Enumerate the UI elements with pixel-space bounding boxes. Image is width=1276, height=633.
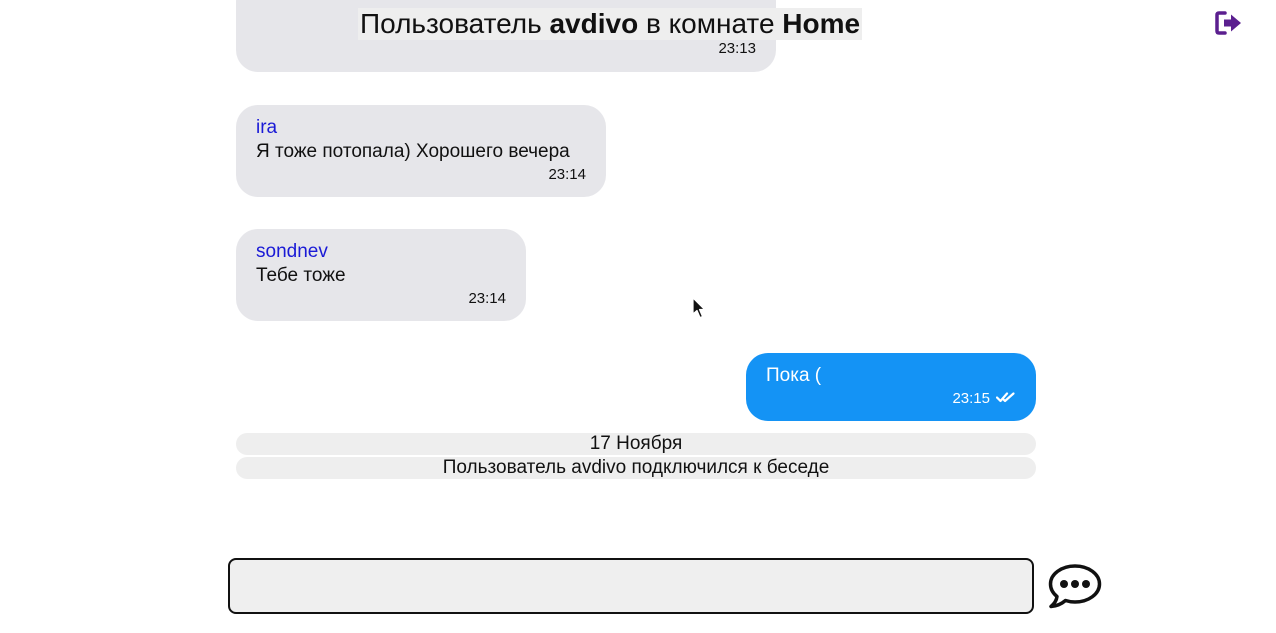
message-time: 23:14: [548, 166, 586, 183]
message-author[interactable]: sondnev: [256, 240, 506, 264]
title-prefix: Пользователь: [360, 8, 550, 39]
logout-icon[interactable]: [1214, 10, 1244, 36]
send-button[interactable]: [1047, 562, 1103, 610]
date-divider: 17 Ноября: [236, 433, 1036, 455]
message-time: 23:15: [952, 390, 990, 407]
own-message-bubble: Пока ( 23:15: [746, 353, 1036, 421]
message-text: Я тоже потопала) Хорошего вечера: [256, 141, 570, 162]
chat-page: Пользователь avdivo в комнате Home 23:13…: [0, 0, 1276, 633]
message-text: Пока (: [766, 365, 822, 386]
chat-bubble-icon: [1048, 564, 1102, 609]
page-title: Пользователь avdivo в комнате Home: [358, 8, 863, 40]
message-meta: 23:15: [766, 388, 1016, 410]
title-room: Home: [782, 8, 861, 39]
message-bubble: ira Я тоже потопала) Хорошего вечера 23:…: [236, 105, 606, 197]
message-input[interactable]: [230, 560, 1032, 612]
message-time: 23:14: [468, 290, 506, 307]
system-event: Пользователь avdivo подключился к беседе: [236, 457, 1036, 479]
title-middle: в комнате: [638, 8, 783, 39]
message-text: Тебе тоже: [256, 265, 346, 286]
double-check-icon: [995, 388, 1016, 410]
message-time: 23:13: [718, 40, 756, 57]
message-author[interactable]: ira: [256, 116, 586, 140]
message-bubble: sondnev Тебе тоже 23:14: [236, 229, 526, 321]
message-list[interactable]: 23:13 ira Я тоже потопала) Хорошего вече…: [236, 0, 1036, 540]
title-user: avdivo: [549, 8, 639, 39]
message-input-container[interactable]: [228, 558, 1034, 614]
